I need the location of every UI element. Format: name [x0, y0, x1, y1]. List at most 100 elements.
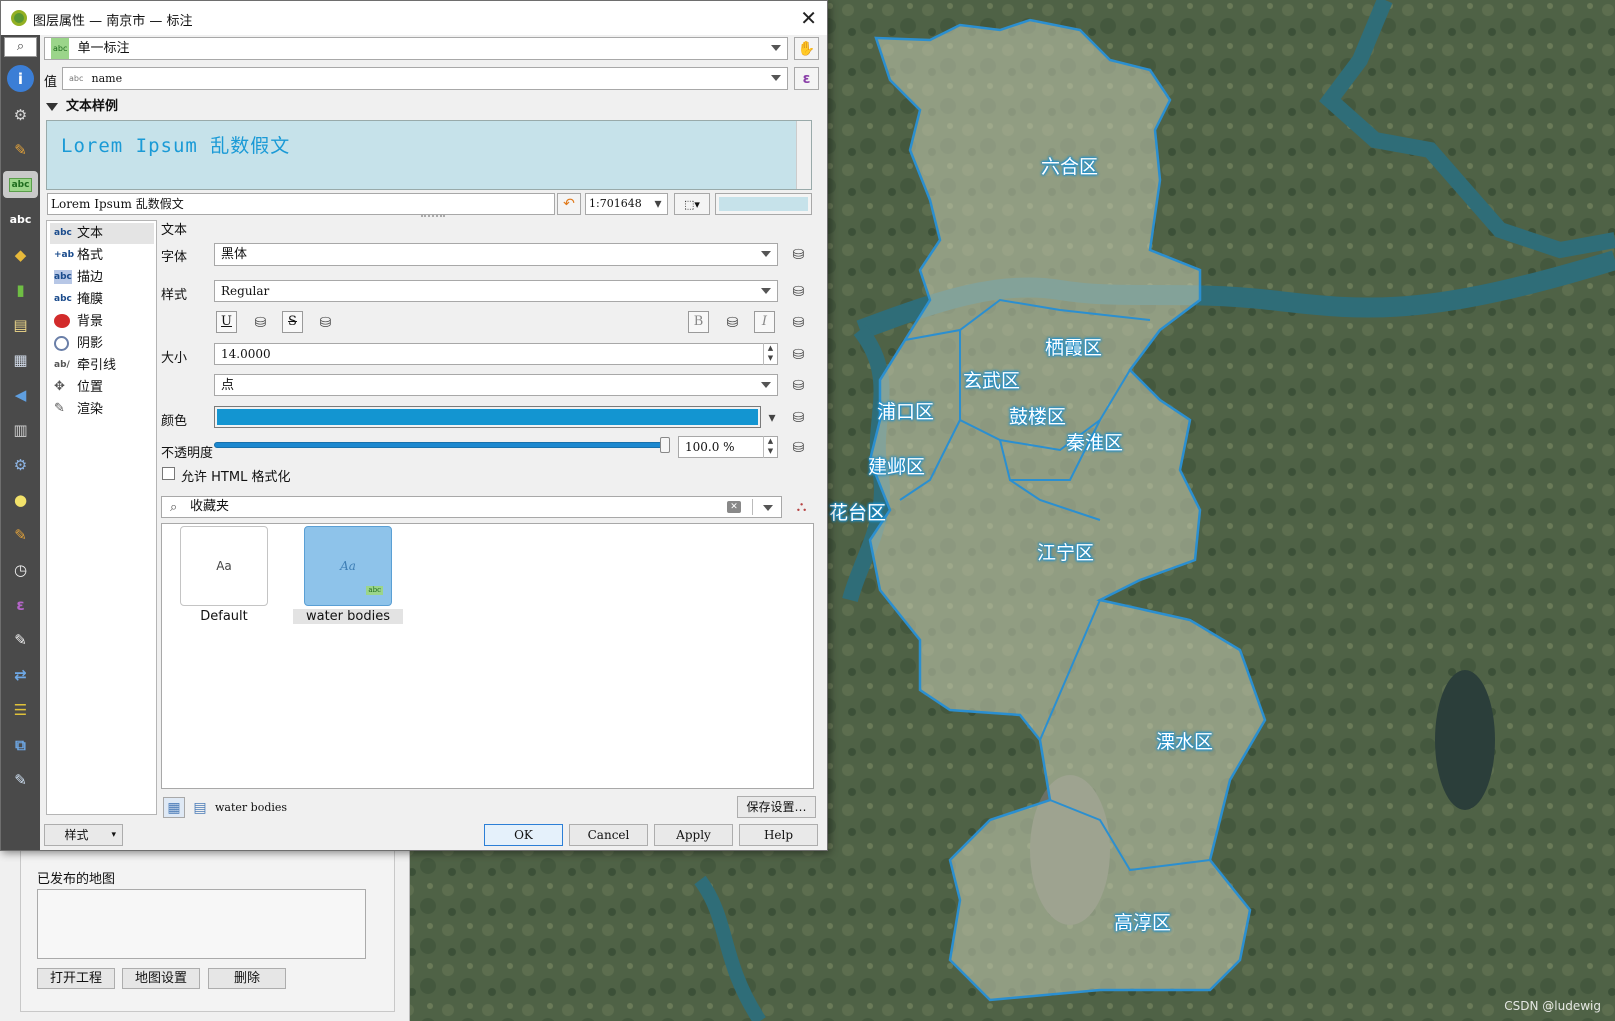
style-manager-icon[interactable]: ⛬	[788, 497, 815, 516]
opacity-spinbox[interactable]: 100.0 % ▲ ▼	[678, 436, 778, 458]
opacity-slider-handle[interactable]	[660, 437, 670, 453]
district-label: 玄武区	[963, 370, 1021, 392]
clear-search-icon[interactable]: ✕	[727, 501, 741, 513]
open-project-button[interactable]: 打开工程	[37, 968, 115, 989]
size-unit-combo[interactable]: 点	[214, 374, 778, 396]
source-settings-icon[interactable]: ⚙	[7, 101, 34, 128]
display-tips-icon[interactable]: ●	[7, 486, 34, 513]
data-defined-override-icon[interactable]: ⛁	[785, 313, 812, 332]
data-defined-override-icon[interactable]: ⛁	[719, 313, 746, 332]
symbology-brush-icon[interactable]: ✎	[7, 136, 34, 163]
delete-button[interactable]: 删除	[208, 968, 286, 989]
style-menu-button[interactable]: 样式 ▾	[44, 824, 123, 846]
category-formatting[interactable]: +ab 格式	[50, 245, 154, 266]
rendering-brush-icon[interactable]: ✎	[7, 521, 34, 548]
joins-icon[interactable]: ◀	[7, 381, 34, 408]
italic-button[interactable]: I	[754, 311, 775, 333]
title-bar[interactable]: 图层属性 — 南京市 — 标注 ✕	[1, 1, 827, 35]
digitizing-icon[interactable]: ✎	[7, 766, 34, 793]
close-icon[interactable]: ✕	[800, 6, 817, 30]
map-canvas-scale-button[interactable]: ⬚▾	[674, 193, 710, 215]
list-view-button[interactable]: ▤	[191, 797, 209, 818]
variables-epsilon-icon[interactable]: ε	[7, 591, 34, 618]
text-category-icon: abc	[54, 228, 72, 238]
splitter-handle[interactable]	[421, 215, 445, 217]
data-defined-override-icon[interactable]: ⛁	[785, 376, 812, 395]
preview-scrollbar[interactable]	[796, 121, 811, 189]
font-label: 字体	[161, 250, 188, 265]
auxiliary-storage-icon[interactable]: ▥	[7, 416, 34, 443]
attributes-form-icon[interactable]: ▦	[7, 346, 34, 373]
chevron-down-icon[interactable]: ▾	[650, 194, 666, 213]
apply-button[interactable]: Apply	[654, 824, 733, 846]
spin-arrows-icon[interactable]: ▲ ▼	[763, 436, 777, 458]
data-defined-override-icon[interactable]: ⛁	[247, 313, 274, 332]
map-settings-button[interactable]: 地图设置	[122, 968, 200, 989]
dependencies-icon[interactable]: ⇄	[7, 661, 34, 688]
data-defined-override-icon[interactable]: ⛁	[785, 245, 812, 264]
district-label: 六合区	[1041, 156, 1099, 178]
fields-icon[interactable]: ▤	[7, 311, 34, 338]
diagrams-icon[interactable]: ▮	[7, 276, 34, 303]
buffer-category-icon: abc	[54, 270, 72, 284]
information-icon[interactable]: i	[7, 65, 34, 92]
cancel-button[interactable]: Cancel	[569, 824, 648, 846]
data-defined-override-icon[interactable]: ⛁	[785, 282, 812, 301]
formatting-category-icon: +ab	[54, 250, 75, 260]
actions-icon[interactable]: ⚙	[7, 451, 34, 478]
chevron-down-icon: ▾	[111, 830, 116, 840]
chevron-down-icon[interactable]	[763, 505, 773, 511]
font-size-value: 14.0000	[221, 347, 271, 361]
category-rendering[interactable]: ✎ 渲染	[50, 399, 154, 420]
category-mask[interactable]: abc 掩膜	[50, 289, 154, 310]
opacity-slider[interactable]	[214, 437, 670, 453]
masks-icon[interactable]: abc	[7, 206, 34, 233]
data-defined-override-icon[interactable]: ⛁	[785, 408, 812, 427]
allow-html-checkbox[interactable]	[162, 467, 175, 480]
save-settings-button[interactable]: 保存设置…	[737, 796, 816, 818]
qgis-server-icon[interactable]: ⧉	[7, 731, 34, 758]
bold-button[interactable]: B	[688, 311, 709, 333]
tab-search-icon[interactable]: ⌕	[4, 37, 37, 57]
data-defined-override-icon[interactable]: ⛁	[785, 438, 812, 457]
font-size-spinbox[interactable]: 14.0000 ▲ ▼	[214, 343, 778, 365]
spin-arrows-icon[interactable]: ▲ ▼	[763, 343, 777, 365]
font-family-combo[interactable]: 黑体	[214, 243, 778, 266]
labels-tab-icon[interactable]: abc	[3, 171, 38, 198]
auto-placement-settings-button[interactable]: ✋	[794, 37, 819, 60]
category-placement[interactable]: ✥ 位置	[50, 377, 154, 398]
3d-view-icon[interactable]: ◆	[7, 241, 34, 268]
published-maps-list[interactable]	[37, 889, 366, 959]
category-callouts[interactable]: ab/牵引线	[50, 355, 154, 376]
category-background[interactable]: 背景	[50, 311, 154, 332]
legend-icon[interactable]: ☰	[7, 696, 34, 723]
ok-button[interactable]: OK	[484, 824, 563, 846]
style-menu-label: 样式	[64, 828, 89, 842]
expression-button[interactable]: ε	[794, 67, 819, 90]
chevron-down-icon[interactable]: ▾	[764, 408, 780, 427]
strikeout-button[interactable]: S	[282, 311, 303, 333]
category-text[interactable]: abc 文本	[50, 223, 154, 244]
help-button[interactable]: Help	[739, 824, 818, 846]
text-sample-header[interactable]: 文本样例	[46, 95, 118, 114]
labeling-mode-combo[interactable]: abc 单一标注	[44, 37, 788, 60]
preview-text-input[interactable]: Lorem Ipsum 乱数假文	[47, 193, 555, 215]
preview-background-color-button[interactable]	[715, 193, 812, 215]
font-style-combo[interactable]: Regular	[214, 280, 778, 302]
icon-view-button[interactable]: ▦	[163, 797, 185, 818]
metadata-icon[interactable]: ✎	[7, 626, 34, 653]
category-shadow[interactable]: 阴影	[50, 333, 154, 354]
data-defined-override-icon[interactable]: ⛁	[785, 345, 812, 364]
category-buffer[interactable]: abc 描边	[50, 267, 154, 288]
style-tile-default[interactable]: Aa	[180, 526, 268, 606]
style-tile-water-bodies[interactable]: Aa abc	[304, 526, 392, 606]
reset-preview-button[interactable]: ↶	[557, 193, 581, 215]
temporal-clock-icon[interactable]: ◷	[7, 556, 34, 583]
text-color-button[interactable]	[214, 406, 761, 428]
underline-button[interactable]: U	[216, 311, 237, 333]
data-defined-override-icon[interactable]: ⛁	[312, 313, 339, 332]
value-field-combo[interactable]: abc name	[62, 67, 788, 90]
dialog-title: 图层属性 — 南京市 — 标注	[33, 14, 193, 29]
style-library-search[interactable]: ⌕ 收藏夹 ✕	[161, 496, 782, 518]
field-type-indicator: abc	[69, 74, 84, 83]
